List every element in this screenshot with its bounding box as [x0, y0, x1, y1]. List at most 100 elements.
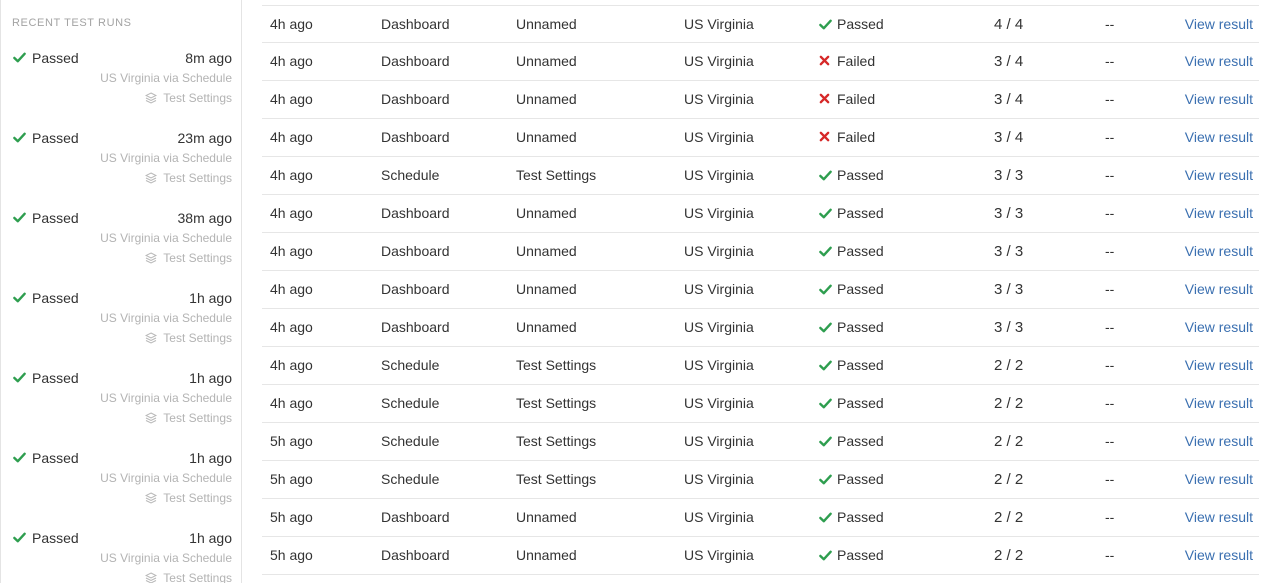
row-trigger: Schedule [381, 471, 440, 487]
row-location: US Virginia [684, 281, 754, 297]
row-score: 2 / 2 [994, 395, 1024, 412]
row-time: 4h ago [270, 243, 313, 259]
view-result-link[interactable]: View result [1185, 537, 1253, 574]
recent-run-item[interactable]: Passed 1h ago US Virginia via Schedule Test… [1, 530, 241, 583]
layers-icon [145, 172, 158, 184]
check-icon [819, 207, 833, 221]
view-result-link[interactable]: View result [1185, 271, 1253, 308]
view-result-link[interactable]: View result [1185, 157, 1253, 194]
run-settings: Test Settings [145, 411, 232, 425]
row-name: Test Settings [516, 433, 597, 449]
view-result-link[interactable]: View result [1185, 347, 1253, 384]
run-settings: Test Settings [145, 171, 232, 185]
row-name: Unnamed [516, 547, 577, 563]
run-settings-label: Test Settings [163, 331, 232, 345]
run-settings-label: Test Settings [163, 171, 232, 185]
row-trigger: Schedule [381, 357, 440, 373]
view-result-link[interactable]: View result [1185, 309, 1253, 346]
run-status: Passed [13, 130, 79, 146]
row-status-label: Passed [837, 547, 884, 563]
row-status: Passed [819, 385, 884, 422]
row-location: US Virginia [684, 243, 754, 259]
run-time: 8m ago [185, 50, 232, 66]
run-status-label: Passed [32, 450, 79, 466]
row-time: 5h ago [270, 509, 313, 525]
cross-icon [819, 131, 833, 145]
row-location: US Virginia [684, 433, 754, 449]
view-result-link[interactable]: View result [1185, 423, 1253, 460]
recent-run-item[interactable]: Passed 8m ago US Virginia via Schedule Test… [1, 50, 241, 130]
run-status: Passed [13, 450, 79, 466]
row-status: Passed [819, 157, 884, 194]
layers-icon [145, 492, 158, 504]
row-time: 5h ago [270, 547, 313, 563]
row-time: 5h ago [270, 433, 313, 449]
run-settings-label: Test Settings [163, 411, 232, 425]
cross-icon [819, 55, 833, 69]
run-location: US Virginia via Schedule [100, 471, 232, 485]
view-result-link[interactable]: View result [1185, 6, 1253, 43]
check-icon [13, 51, 27, 65]
row-status-label: Passed [837, 281, 884, 297]
row-location: US Virginia [684, 509, 754, 525]
check-icon [819, 511, 833, 525]
recent-run-item[interactable]: Passed 1h ago US Virginia via Schedule Test… [1, 450, 241, 530]
row-extra: -- [1105, 91, 1115, 107]
table-row: 4h ago Dashboard Unnamed US Virginia Passed 3… [262, 309, 1259, 347]
row-status: Passed [819, 6, 884, 43]
row-score: 3 / 3 [994, 205, 1024, 222]
view-result-link[interactable]: View result [1185, 461, 1253, 498]
row-time: 4h ago [270, 91, 313, 107]
run-time: 1h ago [189, 450, 232, 466]
row-trigger: Schedule [381, 433, 440, 449]
row-score: 3 / 3 [994, 167, 1024, 184]
run-status: Passed [13, 50, 79, 66]
recent-run-item[interactable]: Passed 1h ago US Virginia via Schedule Test… [1, 370, 241, 450]
row-location: US Virginia [684, 471, 754, 487]
row-status: Passed [819, 271, 884, 308]
view-result-link[interactable]: View result [1185, 385, 1253, 422]
row-status-label: Passed [837, 167, 884, 183]
row-status-label: Passed [837, 16, 884, 32]
run-time: 1h ago [189, 530, 232, 546]
view-result-link[interactable]: View result [1185, 43, 1253, 80]
check-icon [819, 359, 833, 373]
row-time: 4h ago [270, 357, 313, 373]
row-status-label: Passed [837, 395, 884, 411]
view-result-link[interactable]: View result [1185, 233, 1253, 270]
run-settings-label: Test Settings [163, 91, 232, 105]
run-status: Passed [13, 290, 79, 306]
run-location: US Virginia via Schedule [100, 151, 232, 165]
view-result-link[interactable]: View result [1185, 119, 1253, 156]
row-score: 3 / 3 [994, 319, 1024, 336]
table-row: 4h ago Dashboard Unnamed US Virginia Passed 4… [262, 5, 1259, 43]
row-name: Unnamed [516, 53, 577, 69]
row-name: Test Settings [516, 395, 597, 411]
view-result-link[interactable]: View result [1185, 81, 1253, 118]
row-score: 4 / 4 [994, 16, 1024, 33]
view-result-link[interactable]: View result [1185, 195, 1253, 232]
layers-icon [145, 572, 158, 583]
table-row: 5h ago Dashboard Unnamed US Virginia Passed 2… [262, 537, 1259, 575]
row-trigger: Dashboard [381, 91, 450, 107]
row-location: US Virginia [684, 129, 754, 145]
layers-icon [145, 332, 158, 344]
row-status: Passed [819, 461, 884, 498]
view-result-link[interactable]: View result [1185, 499, 1253, 536]
recent-run-item[interactable]: Passed 38m ago US Virginia via Schedule Tes… [1, 210, 241, 290]
row-name: Unnamed [516, 319, 577, 335]
row-score: 3 / 4 [994, 129, 1024, 146]
recent-run-item[interactable]: Passed 1h ago US Virginia via Schedule Test… [1, 290, 241, 370]
row-score: 2 / 2 [994, 433, 1024, 450]
row-score: 3 / 3 [994, 281, 1024, 298]
table-row: 5h ago Schedule Test Settings US Virginia Pa… [262, 461, 1259, 499]
row-location: US Virginia [684, 167, 754, 183]
row-trigger: Dashboard [381, 319, 450, 335]
row-trigger: Dashboard [381, 205, 450, 221]
layers-icon [145, 92, 158, 104]
recent-run-item[interactable]: Passed 23m ago US Virginia via Schedule Tes… [1, 130, 241, 210]
row-trigger: Schedule [381, 395, 440, 411]
row-location: US Virginia [684, 395, 754, 411]
row-score: 3 / 4 [994, 53, 1024, 70]
row-status-label: Passed [837, 433, 884, 449]
